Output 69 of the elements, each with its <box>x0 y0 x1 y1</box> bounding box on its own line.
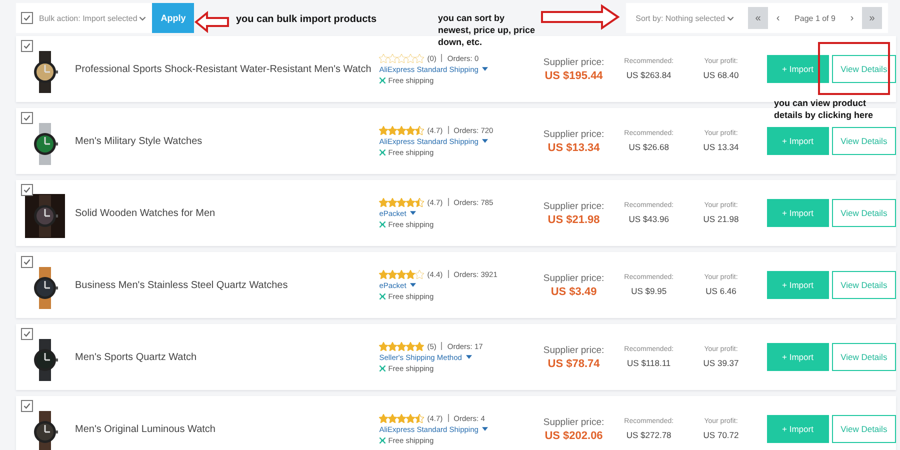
product-title: Men's Sports Quartz Watch <box>75 352 197 362</box>
product-checkbox[interactable] <box>21 40 33 52</box>
profit-value: US 21.98 <box>703 214 739 224</box>
recommended-price: US $272.78 <box>626 430 672 440</box>
product-title: Solid Wooden Watches for Men <box>75 208 216 218</box>
supplier-price-label: Supplier price: <box>543 200 604 212</box>
product-checkbox[interactable] <box>21 256 33 268</box>
product-checkbox[interactable] <box>21 328 33 340</box>
import-button[interactable]: + Import <box>766 55 829 83</box>
import-button[interactable]: + Import <box>766 415 829 443</box>
supplier-price-label: Supplier price: <box>543 272 604 284</box>
supplier-price: US $78.74 <box>548 358 600 370</box>
product-checkbox[interactable] <box>21 112 33 124</box>
supplier-price-label: Supplier price: <box>543 56 604 68</box>
view-details-button[interactable]: View Details <box>832 55 896 83</box>
first-page-button[interactable]: « <box>748 7 768 29</box>
view-details-button[interactable]: View Details <box>832 271 896 299</box>
profit-value: US 70.72 <box>703 430 739 440</box>
view-details-button[interactable]: View Details <box>832 343 896 371</box>
profit-value: US 13.34 <box>703 142 739 152</box>
page-indicator: Page 1 of 9 <box>794 14 836 22</box>
caret-down-icon <box>482 139 488 143</box>
caret-down-icon <box>410 211 416 215</box>
product-checkbox[interactable] <box>21 400 33 412</box>
recommended-price: US $43.96 <box>628 214 669 224</box>
product-checkbox[interactable] <box>21 184 33 196</box>
view-details-button[interactable]: View Details <box>832 127 896 155</box>
view-details-button[interactable]: View Details <box>832 415 896 443</box>
caret-down-icon <box>482 427 488 431</box>
view-details-button[interactable]: View Details <box>832 199 896 227</box>
import-button[interactable]: + Import <box>766 199 829 227</box>
right-arrow-icon <box>540 4 620 30</box>
supplier-price-label: Supplier price: <box>543 128 604 140</box>
apply-button[interactable]: Apply <box>152 3 194 33</box>
caret-down-icon <box>410 283 416 287</box>
annotation-text: you can sort by newest, price up, price down, etc. <box>438 12 536 48</box>
import-button[interactable]: + Import <box>766 271 829 299</box>
supplier-price: US $202.06 <box>544 430 603 442</box>
import-button[interactable]: + Import <box>766 343 829 371</box>
supplier-price: US $21.98 <box>548 214 600 226</box>
annotation-text: you can view product details by clicking here <box>774 97 874 121</box>
bulk-action-dropdown[interactable]: Bulk action: Import selected <box>39 14 152 22</box>
product-title: Business Men's Stainless Steel Quartz Watches <box>75 280 288 290</box>
recommended-price: US $26.68 <box>628 142 669 152</box>
product-title: Men's Original Luminous Watch <box>75 424 216 434</box>
chevron-down-icon <box>139 16 146 20</box>
recommended-price: US $263.84 <box>626 70 672 80</box>
supplier-price: US $3.49 <box>550 286 597 298</box>
product-title: Men's Military Style Watches <box>75 136 202 146</box>
caret-down-icon <box>466 355 472 359</box>
profit-value: US 39.37 <box>703 358 739 368</box>
annotation-text: you can bulk import products <box>236 13 377 26</box>
left-arrow-icon <box>194 11 230 33</box>
recommended-price: US $118.11 <box>627 358 671 368</box>
supplier-price: US $13.34 <box>548 142 600 154</box>
supplier-price-label: Supplier price: <box>543 344 604 356</box>
chevron-down-icon <box>727 16 734 20</box>
recommended-price: US $9.95 <box>631 286 667 296</box>
profit-value: US 6.46 <box>706 286 736 296</box>
highlight-frame <box>818 42 890 95</box>
profit-value: US 68.40 <box>703 70 739 80</box>
select-all-checkbox[interactable] <box>21 12 33 24</box>
supplier-price: US $195.44 <box>544 70 603 82</box>
supplier-price-label: Supplier price: <box>543 416 604 428</box>
last-page-button[interactable]: » <box>862 7 882 29</box>
sort-dropdown[interactable]: Sort by: Nothing selected <box>636 14 740 22</box>
product-title: Professional Sports Shock-Resistant Water-Resistant Men's Watch <box>75 64 372 74</box>
caret-down-icon <box>482 67 488 71</box>
import-button[interactable]: + Import <box>766 127 829 155</box>
